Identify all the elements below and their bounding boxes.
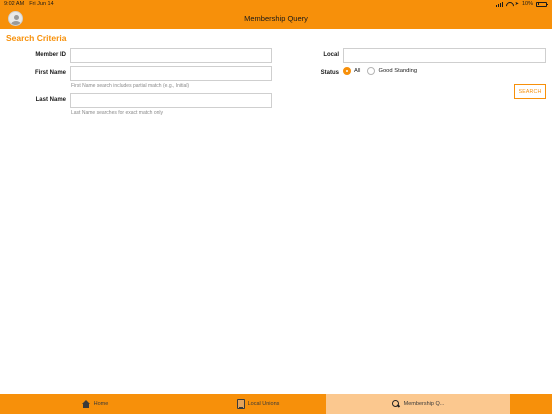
status-radio-group: All Good Standing [343, 67, 417, 75]
wifi-icon [506, 2, 512, 7]
local-field[interactable] [343, 48, 546, 63]
local-label: Local [323, 52, 339, 58]
tab-bar: Home Local Unions Membership Q... [0, 394, 552, 414]
status-label: Status [320, 70, 339, 76]
tab-home[interactable]: Home [0, 394, 190, 414]
status-option-label: All [354, 68, 361, 74]
radio-selected-icon [343, 67, 351, 75]
battery-percent: 10% [521, 1, 533, 7]
radio-unselected-icon [367, 67, 376, 75]
status-time: 9:02 AM [4, 1, 25, 7]
last-name-field[interactable] [70, 93, 272, 108]
header-bar: 9:02 AM Fri Jun 14 ➤ 10% Membership Quer… [0, 0, 552, 29]
tab-local-unions[interactable]: Local Unions [190, 394, 326, 414]
signal-icon [496, 2, 503, 7]
status-date: Fri Jun 14 [29, 1, 54, 7]
tab-membership-query[interactable]: Membership Q... [326, 394, 510, 414]
status-option-all[interactable]: All [343, 67, 360, 75]
status-option-good-standing[interactable]: Good Standing [367, 67, 417, 75]
location-icon: ➤ [514, 1, 519, 7]
member-id-field[interactable] [70, 48, 272, 63]
member-id-label: Member ID [35, 52, 66, 58]
page-title: Membership Query [244, 14, 308, 23]
search-icon [391, 399, 401, 409]
status-option-label: Good Standing [378, 68, 418, 74]
search-button[interactable]: SEARCH [514, 84, 546, 99]
first-name-field[interactable] [70, 66, 272, 81]
document-icon [236, 399, 245, 409]
last-name-label: Last Name [35, 97, 66, 103]
status-bar-left: 9:02 AM Fri Jun 14 [4, 1, 54, 7]
home-icon [81, 400, 91, 408]
status-bar-right: ➤ 10% [496, 1, 548, 7]
first-name-label: First Name [34, 70, 66, 76]
tab-label: Home [93, 401, 109, 407]
last-name-hint: Last Name searches for exact match only [71, 110, 163, 116]
tab-label: Membership Q... [403, 401, 445, 407]
tab-label: Local Unions [247, 401, 280, 407]
section-title: Search Criteria [6, 33, 67, 43]
first-name-hint: First Name search includes partial match… [71, 83, 190, 89]
battery-icon [536, 1, 548, 7]
